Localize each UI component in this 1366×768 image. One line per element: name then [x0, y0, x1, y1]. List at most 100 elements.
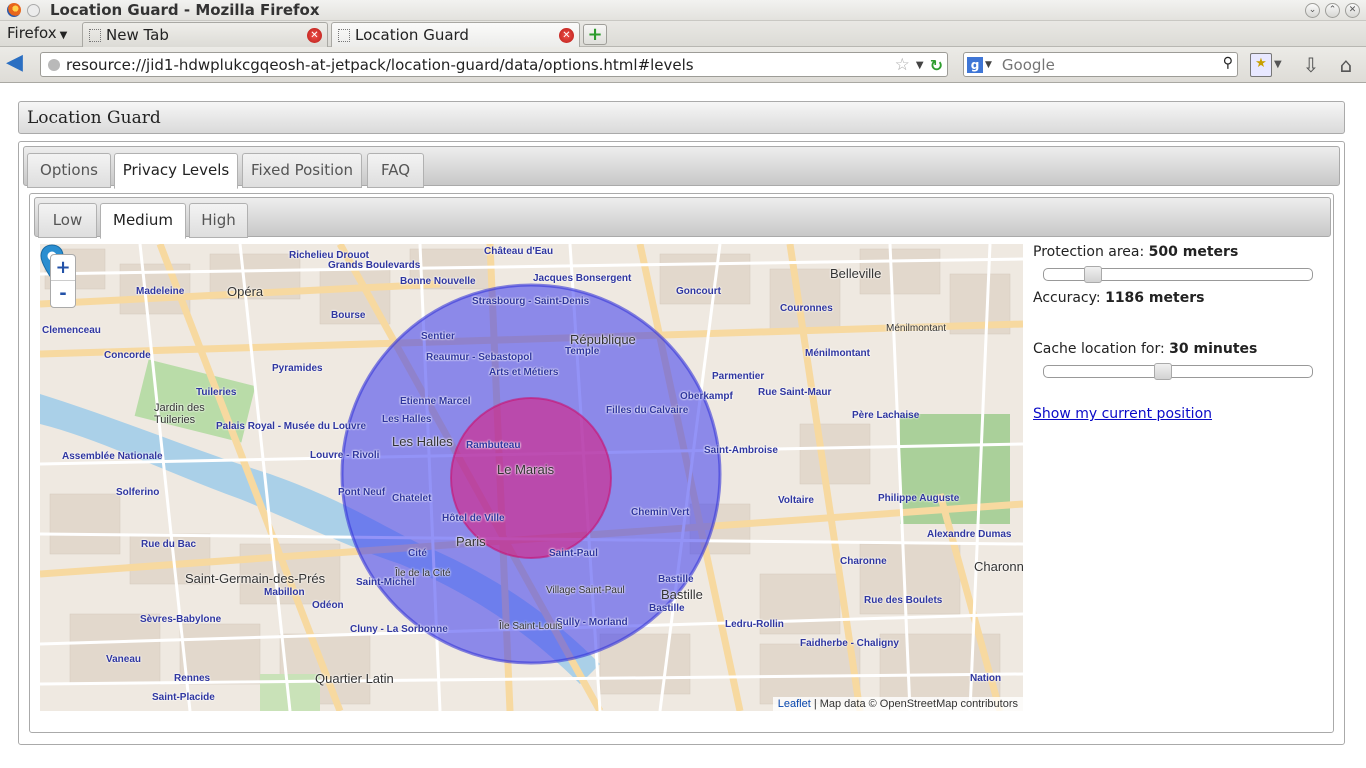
maximize-icon[interactable]: ⌃: [1325, 3, 1340, 18]
cache-row: Cache location for: 30 minutes: [1033, 341, 1323, 361]
protection-slider-handle[interactable]: [1084, 266, 1102, 283]
zoom-out-button[interactable]: -: [51, 281, 75, 307]
map-label: Bastille: [649, 603, 685, 614]
attribution-text: | Map data © OpenStreetMap contributors: [813, 698, 1018, 710]
map-label: Saint-Ambroise: [704, 445, 778, 456]
map-label: République: [570, 332, 636, 347]
map-label: Jardin des Tuileries: [154, 402, 205, 426]
page-content: Location Guard Options Privacy Levels Fi…: [0, 84, 1366, 768]
leaflet-link[interactable]: Leaflet: [778, 698, 811, 710]
minimize-icon[interactable]: ⌄: [1305, 3, 1320, 18]
tab-level-medium[interactable]: Medium: [100, 203, 186, 239]
map-label: Vaneau: [106, 654, 142, 665]
browser-tab-label: New Tab: [106, 26, 169, 44]
binoculars-search-icon[interactable]: ⚲: [1223, 55, 1233, 71]
map-label: Ménilmontant: [805, 348, 870, 359]
url-bar[interactable]: ☆ ▼ ↻: [40, 52, 948, 77]
cache-duration-slider[interactable]: [1043, 363, 1313, 380]
map-label: Voltaire: [778, 495, 814, 506]
downloads-arrow-icon[interactable]: ⇩: [1300, 53, 1322, 77]
home-icon[interactable]: ⌂: [1334, 53, 1358, 77]
browser-tab-label: Location Guard: [355, 26, 469, 44]
tab-level-high[interactable]: High: [189, 203, 248, 238]
bookmarks-menu-icon[interactable]: ★: [1250, 53, 1272, 77]
map[interactable]: Richelieu Drouot Grands Boulevards Bonne…: [40, 244, 1023, 711]
cache-slider-handle[interactable]: [1154, 363, 1172, 380]
back-arrow-icon[interactable]: ◀: [6, 52, 28, 74]
tab-privacy-levels[interactable]: Privacy Levels: [114, 153, 238, 189]
map-label: Ledru-Rollin: [725, 619, 784, 630]
browser-tabbar: Firefox ▼ New Tab ✕ Location Guard ✕ +: [0, 21, 1366, 47]
map-label: Paris: [456, 534, 486, 549]
map-label: Palais Royal - Musée du Louvre: [216, 421, 367, 432]
chevron-down-icon[interactable]: ▼: [985, 60, 992, 70]
map-label: Madeleine: [136, 286, 185, 297]
map-label: Le Marais: [497, 462, 555, 477]
map-label: Rue Saint-Maur: [758, 387, 832, 398]
search-bar[interactable]: g ▼ ⚲: [963, 52, 1238, 77]
history-dropdown-icon[interactable]: ▼: [916, 60, 924, 71]
zoom-control: + -: [50, 254, 76, 308]
tab-faq[interactable]: FAQ: [367, 153, 424, 188]
accuracy-label: Accuracy:: [1033, 290, 1101, 306]
map-label: Chatelet: [392, 493, 432, 504]
window-titlebar: Location Guard - Mozilla Firefox ⌄ ⌃ ✕: [0, 0, 1366, 21]
level-tabs-bar: Low Medium High: [34, 197, 1331, 239]
page-icon: [89, 28, 101, 42]
reload-icon[interactable]: ↻: [930, 56, 943, 75]
chevron-down-icon[interactable]: ▼: [1274, 53, 1282, 77]
show-current-position-link[interactable]: Show my current position: [1033, 406, 1212, 422]
map-label: Pyramides: [272, 363, 323, 374]
close-tab-icon[interactable]: ✕: [559, 28, 574, 43]
window-menu-icon[interactable]: [27, 3, 40, 17]
map-label: Oberkampf: [680, 391, 733, 402]
map-label: Temple: [565, 346, 600, 357]
browser-navbar: ◀ ☆ ▼ ↻ g ▼ ⚲ ★ ▼ ⇩ ⌂: [0, 47, 1366, 83]
close-window-icon[interactable]: ✕: [1345, 3, 1360, 18]
zoom-in-button[interactable]: +: [51, 255, 75, 281]
map-label: Sully - Morland: [556, 617, 628, 628]
firefox-menu-label: Firefox: [7, 24, 57, 42]
window-controls: ⌄ ⌃ ✕: [1305, 3, 1360, 18]
map-label: Assemblée Nationale: [62, 451, 163, 462]
site-identity-icon[interactable]: [48, 58, 60, 71]
map-attribution: Leaflet | Map data © OpenStreetMap contr…: [772, 697, 1023, 711]
map-label: Mabillon: [264, 587, 305, 598]
map-label: Rambuteau: [466, 440, 521, 451]
tab-level-low[interactable]: Low: [38, 203, 97, 238]
url-input[interactable]: [66, 55, 886, 74]
map-label: Quartier Latin: [315, 671, 394, 686]
map-label: Les Halles: [382, 414, 432, 425]
map-label: Bourse: [331, 310, 366, 321]
new-tab-button[interactable]: +: [583, 24, 607, 45]
browser-tab-new-tab[interactable]: New Tab ✕: [82, 22, 328, 47]
tab-options[interactable]: Options: [27, 153, 111, 188]
google-search-engine-icon[interactable]: g: [967, 56, 983, 73]
map-label: Parmentier: [712, 371, 765, 382]
bookmark-star-icon[interactable]: ☆: [895, 55, 910, 75]
map-label: Opéra: [227, 284, 264, 299]
map-label: Charonne: [974, 559, 1023, 574]
map-label: Goncourt: [676, 286, 721, 297]
map-label: Cluny - La Sorbonne: [350, 624, 448, 635]
map-label: Filles du Calvaire: [606, 405, 689, 416]
map-label: Père Lachaise: [852, 410, 920, 421]
firefox-menu-button[interactable]: Firefox ▼: [7, 24, 67, 42]
tab-fixed-position[interactable]: Fixed Position: [242, 153, 362, 188]
cache-value: 30 minutes: [1169, 341, 1258, 357]
cache-label: Cache location for:: [1033, 341, 1165, 357]
main-panel: Options Privacy Levels Fixed Position FA…: [18, 141, 1345, 745]
search-input[interactable]: [1001, 55, 1212, 74]
protection-area-slider[interactable]: [1043, 266, 1313, 283]
map-label: Rennes: [174, 673, 211, 684]
browser-tab-location-guard[interactable]: Location Guard ✕: [331, 22, 580, 47]
map-label: Charonne: [840, 556, 887, 567]
map-label: Tuileries: [196, 387, 237, 398]
map-label: Faidherbe - Chaligny: [800, 638, 899, 649]
map-label: Philippe Auguste: [878, 493, 960, 504]
map-label: Concorde: [104, 350, 151, 361]
chevron-down-icon: ▼: [59, 30, 68, 41]
close-tab-icon[interactable]: ✕: [307, 28, 322, 43]
main-tabs-bar: Options Privacy Levels Fixed Position FA…: [23, 146, 1340, 189]
map-label: Nation: [970, 673, 1002, 684]
